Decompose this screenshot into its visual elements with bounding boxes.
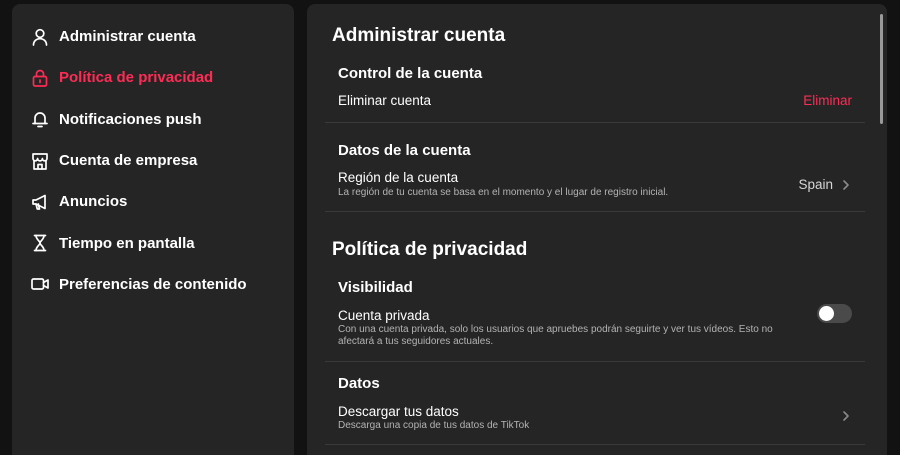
sidebar-item-preferencias-de-contenido[interactable]: Preferencias de contenido <box>12 264 294 305</box>
divider <box>325 122 865 123</box>
sidebar-item-cuenta-de-empresa[interactable]: Cuenta de empresa <box>12 140 294 181</box>
sidebar-item-label: Administrar cuenta <box>59 28 196 46</box>
settings-content-panel: Administrar cuenta Control de la cuenta … <box>307 4 887 455</box>
sidebar-item-label: Anuncios <box>59 193 128 211</box>
sidebar-item-politica-de-privacidad[interactable]: Política de privacidad <box>12 57 294 98</box>
sidebar-item-tiempo-en-pantalla[interactable]: Tiempo en pantalla <box>12 222 294 263</box>
visibility-title: Visibilidad <box>338 279 413 296</box>
account-region-description: La región de tu cuenta se basa en el mom… <box>338 187 669 198</box>
delete-account-button[interactable]: Eliminar <box>803 93 852 108</box>
settings-sidebar: Administrar cuenta Política de privacida… <box>12 4 294 455</box>
account-region-label: Región de la cuenta <box>338 170 459 185</box>
sidebar-item-notificaciones-push[interactable]: Notificaciones push <box>12 99 294 140</box>
store-icon <box>30 151 50 171</box>
account-region-value: Spain <box>798 177 833 192</box>
sidebar-item-label: Preferencias de contenido <box>59 275 247 293</box>
chevron-right-icon <box>840 410 852 422</box>
data-title: Datos <box>338 375 380 392</box>
divider <box>325 444 865 445</box>
divider <box>325 211 865 212</box>
megaphone-icon <box>30 192 50 212</box>
sidebar-item-anuncios[interactable]: Anuncios <box>12 181 294 222</box>
private-account-label: Cuenta privada <box>338 308 430 323</box>
sidebar-item-label: Cuenta de empresa <box>59 152 198 170</box>
chevron-right-icon <box>840 179 852 191</box>
hourglass-icon <box>30 233 50 253</box>
account-data-title: Datos de la cuenta <box>338 142 471 159</box>
download-data-button[interactable] <box>833 410 852 422</box>
scrollbar-thumb[interactable] <box>880 14 883 124</box>
delete-account-label: Eliminar cuenta <box>338 93 432 108</box>
user-icon <box>30 27 50 47</box>
sidebar-item-label: Política de privacidad <box>59 69 214 87</box>
bell-icon <box>30 109 50 129</box>
account-region-selector[interactable]: Spain <box>798 177 852 192</box>
account-control-title: Control de la cuenta <box>338 65 483 82</box>
private-account-toggle[interactable] <box>817 304 852 323</box>
sidebar-item-administrar-cuenta[interactable]: Administrar cuenta <box>12 16 294 57</box>
sidebar-item-label: Notificaciones push <box>59 110 202 128</box>
private-account-description: Con una cuenta privada, solo los usuario… <box>338 324 773 347</box>
download-data-label: Descargar tus datos <box>338 404 459 419</box>
toggle-knob <box>819 306 834 321</box>
sidebar-item-label: Tiempo en pantalla <box>59 234 195 252</box>
lock-icon <box>30 68 50 88</box>
download-data-description: Descarga una copia de tus datos de TikTo… <box>338 420 530 431</box>
privacy-section-title: Política de privacidad <box>332 239 528 260</box>
divider <box>325 361 865 362</box>
account-section-title: Administrar cuenta <box>332 25 506 46</box>
video-icon <box>30 274 50 294</box>
